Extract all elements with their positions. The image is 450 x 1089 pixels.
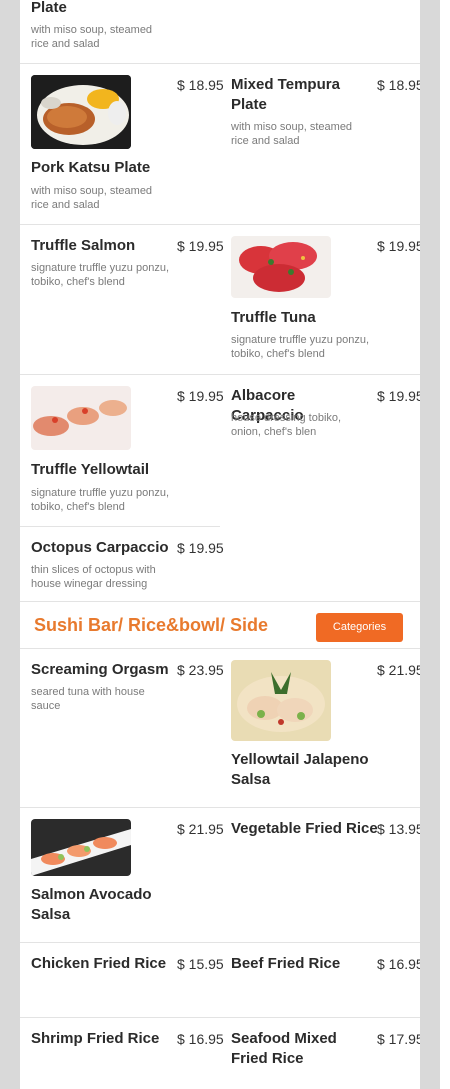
item-name: Seafood Mixed Fried Rice — [231, 1030, 337, 1067]
menu-item[interactable]: Screaming Orgasm $ 23.95 seared tuna wit… — [31, 660, 224, 800]
item-name: Truffle Yellowtail — [31, 461, 150, 478]
item-price: $ 21.95 — [177, 821, 224, 837]
menu-item[interactable]: Albacore Carpaccio $ 19.95 house dressin… — [231, 386, 420, 586]
menu-item[interactable]: Vegetable Fried Rice $ 13.95 — [231, 819, 420, 937]
item-name: Mixed Tempura Plate — [231, 76, 340, 113]
item-name: Truffle Tuna — [231, 309, 316, 326]
item-description: with miso soup, steamed rice and salad — [31, 24, 153, 50]
pork-katsu-photo — [31, 75, 131, 149]
item-name: Octopus Carpaccio — [31, 539, 169, 556]
item-name: Beef Fried Rice — [231, 955, 341, 972]
item-price: $ 19.95 — [177, 238, 224, 254]
item-description: signature truffle yuzu ponzu, tobiko, ch… — [31, 262, 169, 288]
divider — [20, 601, 420, 602]
truffle-yellowtail-photo — [31, 386, 131, 450]
item-description: thin slices of octopus with house winega… — [31, 564, 156, 590]
item-name: Vegetable Fried Rice — [231, 820, 378, 837]
item-name: Plate — [31, 0, 67, 16]
divider — [20, 942, 420, 943]
item-name: Yellowtail Jalapeno Salsa — [231, 751, 369, 788]
divider — [20, 63, 420, 64]
item-price: $ 18.95 — [177, 77, 224, 93]
menu-item[interactable]: Octopus Carpaccio $ 19.95 thin slices of… — [31, 538, 224, 598]
menu-item[interactable]: Plate with miso soup, steamed rice and s… — [31, 0, 221, 60]
menu-item[interactable]: Chicken Fried Rice $ 15.95 — [31, 954, 224, 1014]
item-price: $ 17.95 — [377, 1031, 420, 1047]
item-price: $ 18.95 — [377, 77, 420, 93]
item-price: $ 19.95 — [177, 540, 224, 556]
item-price: $ 19.95 — [377, 238, 420, 254]
item-description: signature truffle yuzu ponzu, tobiko, ch… — [31, 487, 169, 513]
item-name: Screaming Orgasm — [31, 661, 169, 678]
divider — [20, 374, 420, 375]
item-description: with miso soup, steamed rice and salad — [231, 121, 353, 147]
menu-item[interactable]: Mixed Tempura Plate $ 18.95 with miso so… — [231, 74, 420, 219]
item-description: house dressing tobiko, onion, chef's ble… — [231, 412, 342, 438]
divider — [20, 807, 420, 808]
menu-item[interactable]: $ 18.95 Pork Katsu Plate with miso soup,… — [31, 74, 224, 219]
divider — [20, 526, 220, 527]
menu-item[interactable]: $ 19.95 Truffle Yellowtail signature tru… — [31, 386, 224, 524]
item-description: signature truffle yuzu ponzu, tobiko, ch… — [231, 334, 369, 360]
item-description: with miso soup, steamed rice and salad — [31, 185, 153, 211]
item-name: Salmon Avocado Salsa — [31, 886, 152, 923]
item-price: $ 19.95 — [177, 388, 224, 404]
yellowtail-jalapeno-photo — [231, 660, 331, 741]
truffle-tuna-photo — [231, 236, 331, 298]
item-price: $ 16.95 — [377, 956, 420, 972]
menu-item[interactable]: $ 21.95 Salmon Avocado Salsa — [31, 819, 224, 937]
divider — [20, 224, 420, 225]
scroll-track — [440, 0, 450, 1089]
menu-item[interactable]: $ 19.95 Truffle Tuna signature truffle y… — [231, 236, 420, 366]
salmon-avocado-photo — [31, 819, 131, 876]
item-price: $ 16.95 — [177, 1031, 224, 1047]
item-name: Pork Katsu Plate — [31, 159, 151, 176]
menu-page: Plate with miso soup, steamed rice and s… — [20, 0, 420, 1089]
menu-item[interactable]: $ 21.95 Yellowtail Jalapeno Salsa — [231, 660, 420, 800]
item-price: $ 19.95 — [377, 388, 420, 404]
menu-item[interactable]: Truffle Salmon $ 19.95 signature truffle… — [31, 236, 224, 366]
item-price: $ 21.95 — [377, 662, 420, 678]
item-price: $ 13.95 — [377, 821, 420, 837]
item-price: $ 15.95 — [177, 956, 224, 972]
category-title: Sushi Bar/ Rice&bowl/ Side — [34, 615, 269, 635]
menu-item[interactable]: Seafood Mixed Fried Rice $ 17.95 — [231, 1029, 420, 1089]
menu-item[interactable]: Beef Fried Rice $ 16.95 — [231, 954, 420, 1014]
divider — [20, 1017, 420, 1018]
divider — [20, 648, 420, 649]
item-name: Shrimp Fried Rice — [31, 1030, 160, 1047]
item-description: seared tuna with house sauce — [31, 686, 145, 712]
item-name: Chicken Fried Rice — [31, 955, 167, 972]
item-name: Truffle Salmon — [31, 237, 136, 254]
item-price: $ 23.95 — [177, 662, 224, 678]
menu-item[interactable]: Shrimp Fried Rice $ 16.95 — [31, 1029, 224, 1089]
categories-button[interactable]: Categories — [316, 613, 403, 642]
